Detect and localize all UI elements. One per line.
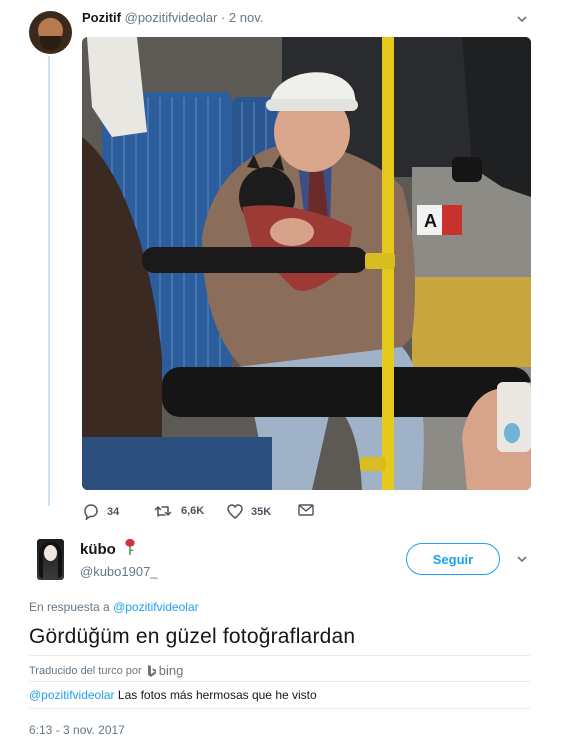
reply-icon	[82, 504, 107, 520]
translator-name: bing	[158, 663, 184, 678]
separator: ·	[220, 10, 226, 25]
chevron-down-icon[interactable]	[516, 13, 528, 25]
author-name[interactable]: Pozitif	[82, 10, 121, 25]
like-count: 35K	[251, 505, 272, 518]
in-reply-to: En respuesta a @pozitifvideolar	[29, 600, 199, 614]
retweet-icon	[154, 504, 181, 518]
tweet-timestamp[interactable]: 6:13 - 3 nov. 2017	[29, 723, 125, 737]
translation-text: Las fotos más hermosas que he visto	[117, 688, 317, 702]
divider	[29, 655, 530, 656]
retweet-count: 6,6K	[181, 505, 205, 517]
mention-link[interactable]: @pozitifvideolar	[29, 688, 115, 702]
in-reply-to-prefix: En respuesta a	[29, 600, 110, 614]
avatar[interactable]	[29, 11, 72, 54]
reply-count: 34	[107, 506, 120, 518]
author-handle[interactable]: @kubo1907_	[80, 564, 158, 579]
chevron-down-icon[interactable]	[516, 553, 528, 565]
heart-icon	[227, 504, 251, 519]
divider	[29, 681, 530, 682]
thread-connector	[48, 56, 50, 506]
bing-logo-icon[interactable]: bing	[147, 663, 184, 678]
author-handle[interactable]: @pozitifvideolar	[125, 10, 218, 25]
tweet-header: Pozitif @pozitifvideolar · 2 nov.	[82, 10, 263, 25]
mail-icon	[298, 504, 322, 516]
in-reply-to-link[interactable]: @pozitifvideolar	[113, 600, 199, 614]
translated-text: @pozitifvideolar Las fotos más hermosas …	[29, 688, 317, 702]
author-name[interactable]: kübo	[80, 541, 116, 558]
translated-by-label: Traducido del turco por	[29, 664, 142, 677]
avatar[interactable]	[37, 539, 64, 580]
follow-button[interactable]: Seguir	[406, 543, 500, 575]
divider	[29, 708, 530, 709]
like-action[interactable]: 35K	[227, 504, 271, 519]
tweet-text: Gördüğüm en güzel fotoğraflardan	[29, 625, 356, 648]
tweet-date[interactable]: 2 nov.	[229, 10, 263, 25]
tweet-photo[interactable]: A	[82, 37, 531, 490]
rose-icon	[124, 538, 136, 561]
direct-message-action[interactable]	[298, 504, 322, 516]
retweet-action[interactable]: 6,6K	[154, 504, 204, 518]
svg-text:A: A	[424, 211, 437, 231]
reply-action[interactable]: 34	[82, 504, 119, 520]
translation-attribution: Traducido del turco por bing	[29, 663, 183, 678]
